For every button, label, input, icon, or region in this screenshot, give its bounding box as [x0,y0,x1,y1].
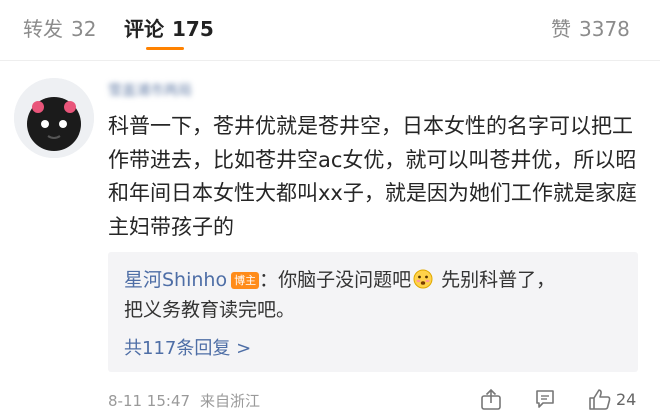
reply-line-2: 把义务教育读完吧。 [124,299,296,321]
reply-author[interactable]: 星河Shinho [124,269,227,291]
embarrassed-emoji-icon [413,269,433,289]
tab-comments-label: 评论 [124,17,164,41]
reply-text-part-1: ：你脑子没问题吧 [259,269,412,291]
avatar-character-icon [14,78,94,158]
comment-meta: 8-11 15:47 来自浙江 [108,390,260,411]
tab-bar: 转发 32 评论 175 赞 3378 [0,0,660,60]
tab-repost[interactable]: 转发 32 [23,15,96,43]
comment-timestamp: 8-11 15:47 [108,392,191,410]
share-button[interactable] [480,388,502,411]
tab-repost-label: 转发 [23,17,63,41]
tab-likes-label: 赞 [551,17,571,41]
weibo-comment-page: 转发 32 评论 175 赞 3378 雪盖浦市两局 科普一下，苍井优就是苍井空，日本… [0,0,660,411]
comment-username[interactable]: 雪盖浦市两局 [108,80,192,99]
reply-line-1: 星河Shinho 博主 ：你脑子没问题吧 先别科普了， [124,266,624,294]
tab-comments-count: 175 [172,17,214,41]
tab-likes-count: 3378 [579,17,630,41]
avatar[interactable] [14,78,94,158]
reply-preview-box[interactable]: 星河Shinho 博主 ：你脑子没问题吧 先别科普了， 把义务教育读完吧。 共117… [108,252,638,372]
tab-comments[interactable]: 评论 175 [124,15,214,43]
more-replies-link[interactable]: 共117条回复 > [124,336,251,362]
comment-button[interactable] [534,388,556,411]
comment-icon [536,390,554,408]
tab-divider [0,60,660,61]
comment-text: 科普一下，苍井优就是苍井空，日本女性的名字可以把工作带进去，比如苍井空ac女优，… [108,114,637,239]
reply-text-part-2: 先别科普了， [435,269,556,291]
like-count: 24 [616,390,637,409]
comment-location: 来自浙江 [200,392,261,410]
blogger-badge: 博主 [231,272,260,289]
share-icon [481,388,501,410]
tab-repost-count: 32 [71,17,97,41]
tab-likes[interactable]: 赞 3378 [551,15,630,43]
like-button[interactable]: 24 [588,388,642,411]
active-tab-indicator [146,47,184,50]
thumbs-up-icon [589,389,611,410]
